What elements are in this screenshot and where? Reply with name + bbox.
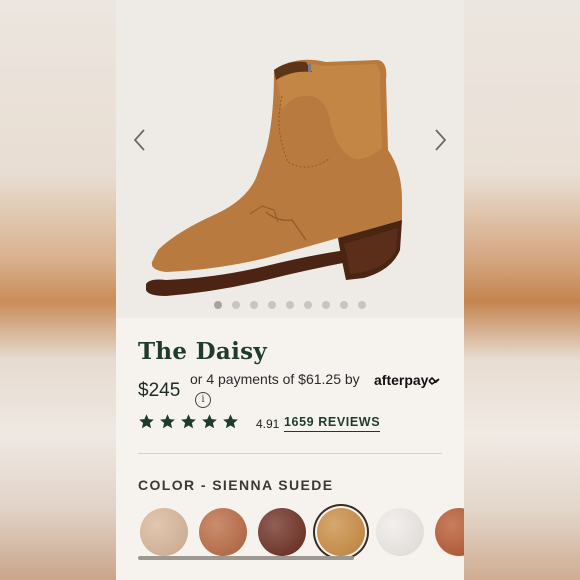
gallery-dot[interactable] [232,301,240,309]
installment-text: or 4 payments of $61.25 by [190,371,360,387]
swatch-copper-leather[interactable] [199,508,247,556]
gallery-pagination [116,296,464,314]
product-page: The Daisy $245 or 4 payments of $61.25 b… [116,0,464,580]
gallery-dot[interactable] [358,301,366,309]
previous-image-button[interactable] [130,126,150,154]
blurred-background-left [0,0,116,580]
swatch-white-leather[interactable] [376,508,424,556]
chevron-left-icon [133,129,145,151]
star-icon [202,414,217,429]
swatch-scrollbar[interactable] [138,556,354,560]
product-title: The Daisy [138,338,268,365]
gallery-dot[interactable] [322,301,330,309]
chevron-right-icon [435,129,447,151]
afterpay-icon [428,377,441,386]
star-icon [139,414,154,429]
next-image-button[interactable] [430,126,450,154]
afterpay-logo[interactable]: afterpay [374,372,441,388]
swatch-rust-leather[interactable] [435,508,464,556]
reviews-link[interactable]: 1659 REVIEWS [284,415,381,432]
product-image [146,59,402,296]
gallery-dot[interactable] [214,301,222,309]
info-icon[interactable]: i [195,392,211,408]
gallery-dot[interactable] [304,301,312,309]
color-label: COLOR - SIENNA SUEDE [138,477,334,493]
swatch-tan-leather[interactable] [140,508,188,556]
swatch-sienna-suede[interactable] [317,508,365,556]
star-icon [223,414,238,429]
divider [138,453,442,454]
gallery-dot[interactable] [268,301,276,309]
gallery-dot[interactable] [250,301,258,309]
gallery-dot[interactable] [286,301,294,309]
gallery-dot[interactable] [340,301,348,309]
star-icon [160,414,175,429]
product-price: $245 [138,380,181,401]
rating-value: 4.91 [256,417,280,431]
star-rating [138,413,243,435]
afterpay-label: afterpay [374,372,429,388]
star-icon [181,414,196,429]
product-gallery[interactable] [116,0,464,318]
blurred-background-right [464,0,580,580]
swatch-chocolate-leather[interactable] [258,508,306,556]
color-swatches [140,508,464,556]
